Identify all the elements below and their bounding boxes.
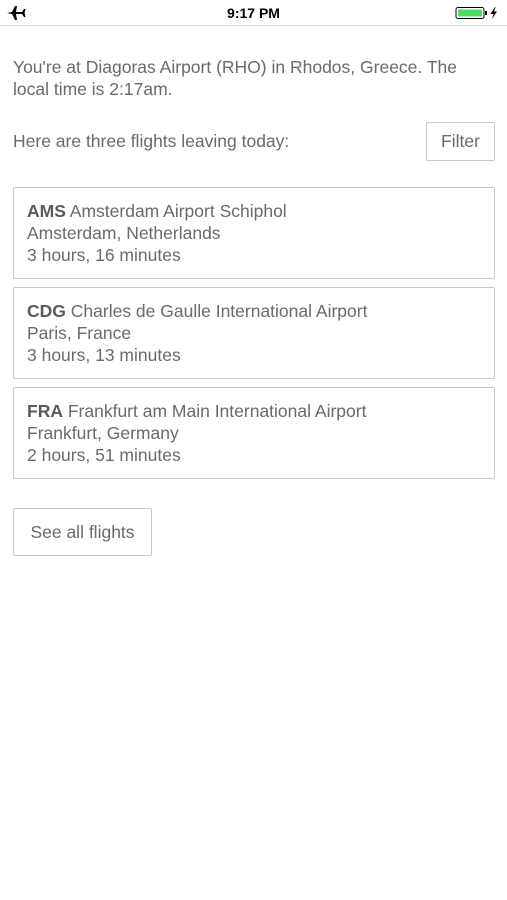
status-time: 9:17 PM bbox=[227, 5, 280, 21]
flight-card-fra[interactable]: FRA Frankfurt am Main International Airp… bbox=[13, 387, 495, 479]
flight-city: Amsterdam, Netherlands bbox=[27, 223, 221, 243]
flight-card-ams[interactable]: AMS Amsterdam Airport Schiphol Amsterdam… bbox=[13, 187, 495, 279]
status-bar: 9:17 PM bbox=[0, 0, 507, 26]
flight-code: CDG bbox=[27, 301, 66, 321]
flights-heading: Here are three flights leaving today: bbox=[13, 131, 290, 151]
flight-duration: 2 hours, 51 minutes bbox=[27, 445, 181, 465]
flight-airport: Charles de Gaulle International Airport bbox=[70, 301, 368, 321]
charging-bolt-icon bbox=[490, 7, 497, 19]
flight-title: CDG Charles de Gaulle International Airp… bbox=[27, 300, 481, 322]
flight-duration: 3 hours, 16 minutes bbox=[27, 245, 181, 265]
flight-duration: 3 hours, 13 minutes bbox=[27, 345, 181, 365]
flight-airport: Amsterdam Airport Schiphol bbox=[69, 201, 287, 221]
flight-title: AMS Amsterdam Airport Schiphol bbox=[27, 200, 481, 222]
see-all-flights-button[interactable]: See all flights bbox=[13, 508, 152, 556]
flight-code: FRA bbox=[27, 401, 63, 421]
filter-button[interactable]: Filter bbox=[426, 122, 495, 161]
flight-title: FRA Frankfurt am Main International Airp… bbox=[27, 400, 481, 422]
flight-code: AMS bbox=[27, 201, 66, 221]
flight-card-cdg[interactable]: CDG Charles de Gaulle International Airp… bbox=[13, 287, 495, 379]
intro-text: You're at Diagoras Airport (RHO) in Rhod… bbox=[13, 57, 457, 99]
battery-icon bbox=[455, 6, 501, 20]
flight-airport: Frankfurt am Main International Airport bbox=[67, 401, 367, 421]
flight-city: Frankfurt, Germany bbox=[27, 423, 179, 443]
flight-city: Paris, France bbox=[27, 323, 132, 343]
